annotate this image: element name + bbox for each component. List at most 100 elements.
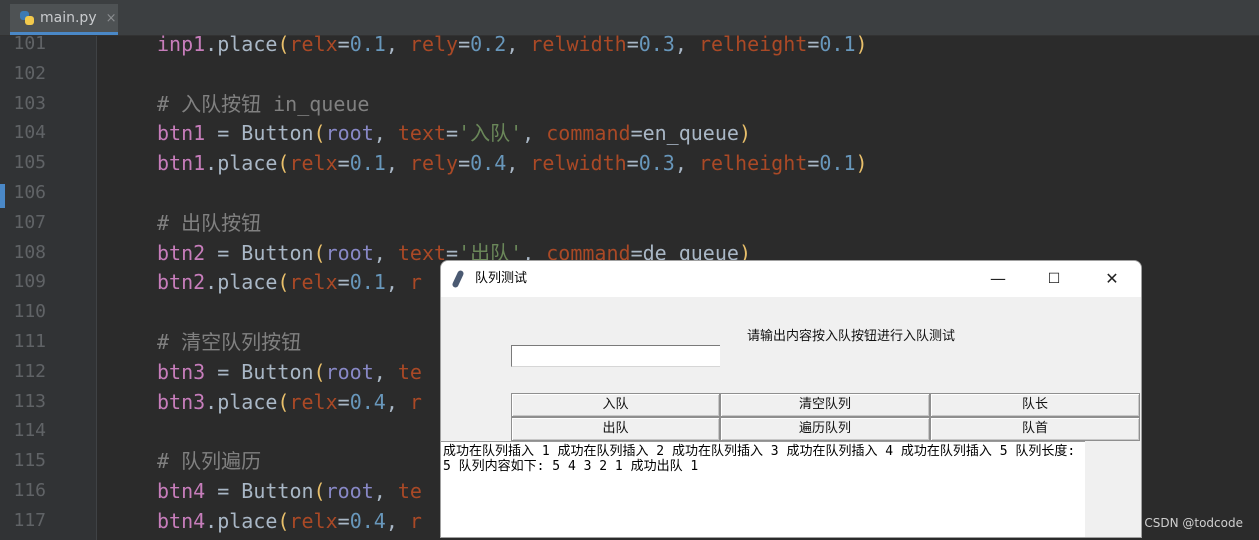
code-token: )	[855, 151, 868, 176]
code-token: = Button	[205, 359, 314, 384]
window-title-bar[interactable]: 队列测试 — ☐ ✕	[441, 261, 1141, 297]
code-text: # 入队按钮 in_queue	[157, 89, 369, 119]
code-token: =	[446, 121, 459, 146]
code-text: btn1 = Button(root, text='入队', command=e…	[157, 118, 751, 148]
queue-length-button[interactable]: 队长	[930, 393, 1140, 417]
code-token: text	[397, 240, 447, 265]
code-text: btn3.place(relx=0.4, r	[157, 387, 422, 417]
code-token: (	[313, 240, 326, 265]
code-token: =	[337, 270, 350, 295]
code-token: =en_queue	[630, 121, 739, 146]
maximize-button[interactable]: ☐	[1031, 261, 1077, 297]
code-token: ,	[385, 389, 410, 414]
code-token: te	[397, 359, 422, 384]
line-number: 111	[13, 331, 46, 352]
code-token: =	[337, 389, 350, 414]
close-tab-icon[interactable]: ×	[106, 11, 117, 26]
code-token: root	[325, 359, 374, 384]
line-number: 117	[13, 509, 46, 531]
clear-queue-button[interactable]: 清空队列	[720, 393, 930, 417]
code-token: .place	[205, 151, 278, 176]
code-token: ,	[385, 508, 410, 533]
output-text-area[interactable]: 成功在队列插入 1 成功在队列插入 2 成功在队列插入 3 成功在队列插入 4 …	[441, 441, 1085, 537]
line-number: 115	[13, 450, 46, 472]
code-token: btn4	[157, 508, 206, 533]
line-number: 114	[13, 420, 46, 442]
code-token: btn3	[157, 359, 206, 384]
code-token: 0.1	[819, 32, 856, 56]
code-token: ,	[373, 479, 398, 503]
code-line[interactable]: 106	[0, 178, 1259, 208]
code-token: text	[397, 121, 447, 146]
code-token: root	[325, 240, 374, 265]
code-token: 0.3	[638, 32, 675, 56]
code-token: 0.1	[819, 151, 856, 176]
code-token: r	[409, 270, 422, 295]
close-button[interactable]: ✕	[1089, 261, 1135, 297]
code-token: relx	[289, 32, 338, 56]
code-token: r	[409, 389, 422, 414]
dequeue-button[interactable]: 出队	[511, 417, 720, 441]
code-text: btn2.place(relx=0.1, r	[157, 267, 422, 297]
code-token: 0.1	[349, 151, 386, 176]
code-text: inp1.place(relx=0.1, rely=0.2, relwidth=…	[157, 29, 868, 59]
code-token: 0.2	[470, 32, 507, 56]
queue-test-window: 队列测试 — ☐ ✕ 请输出内容按入队按钮进行入队测试 入队 清空队列 队长 出…	[440, 260, 1142, 538]
code-token: .	[205, 32, 218, 56]
code-line[interactable]: 103 # 入队按钮 in_queue	[0, 89, 1259, 119]
code-token: 0.1	[349, 270, 386, 295]
traverse-queue-button[interactable]: 遍历队列	[720, 417, 930, 441]
code-token: 0.4	[470, 151, 507, 176]
code-token: btn2	[157, 270, 206, 295]
code-token: command	[546, 121, 631, 146]
code-token: =	[337, 32, 350, 56]
code-token: )	[738, 121, 751, 146]
line-number: 103	[13, 92, 46, 114]
queue-head-button[interactable]: 队首	[930, 417, 1140, 441]
code-line[interactable]: 105 btn1.place(relx=0.1, rely=0.4, relwid…	[0, 148, 1259, 178]
code-token: (	[313, 121, 326, 146]
code-token: relx	[289, 151, 338, 176]
code-token: relheight	[698, 151, 808, 176]
code-token: ,	[506, 32, 531, 56]
window-title: 队列测试	[475, 271, 528, 286]
code-token: =	[337, 508, 350, 533]
code-token: place	[217, 32, 278, 56]
code-token: ,	[385, 151, 410, 176]
code-line[interactable]: 104 btn1 = Button(root, text='入队', comman…	[0, 118, 1259, 148]
code-token: = Button	[205, 240, 314, 265]
code-token: relwidth	[530, 151, 627, 176]
code-line[interactable]: 102	[0, 59, 1259, 89]
code-token: inp1	[157, 32, 206, 56]
line-number: 110	[13, 301, 46, 323]
code-text: # 出队按钮	[157, 208, 261, 238]
code-token: relwidth	[530, 32, 627, 56]
code-token: rely	[409, 151, 459, 176]
queue-input[interactable]	[511, 345, 720, 367]
code-token: relx	[289, 389, 338, 414]
enqueue-button[interactable]: 入队	[511, 393, 720, 417]
code-token: (	[277, 270, 290, 295]
code-line[interactable]: 107 # 出队按钮	[0, 208, 1259, 238]
code-token: btn1	[157, 121, 206, 146]
code-token: (	[277, 151, 290, 176]
code-token: =	[807, 32, 820, 56]
code-token: ,	[373, 359, 398, 384]
minimize-button[interactable]: —	[975, 261, 1021, 297]
code-token: =	[626, 32, 639, 56]
code-token: r	[409, 508, 422, 533]
code-token: )	[855, 32, 868, 56]
code-token: = Button	[205, 121, 314, 146]
code-line[interactable]: 101 inp1.place(relx=0.1, rely=0.2, relwid…	[0, 29, 1259, 59]
code-token: root	[325, 479, 374, 503]
line-number: 107	[13, 211, 46, 233]
line-number: 112	[13, 360, 46, 382]
code-token: ,	[522, 121, 547, 146]
line-number: 108	[13, 241, 46, 263]
code-text: btn4 = Button(root, te	[157, 476, 422, 506]
code-token: ,	[373, 240, 398, 265]
code-token: ,	[506, 151, 531, 176]
code-token: # 出队按钮	[157, 210, 262, 235]
tk-feather-icon	[451, 269, 465, 289]
code-token: (	[277, 389, 290, 414]
